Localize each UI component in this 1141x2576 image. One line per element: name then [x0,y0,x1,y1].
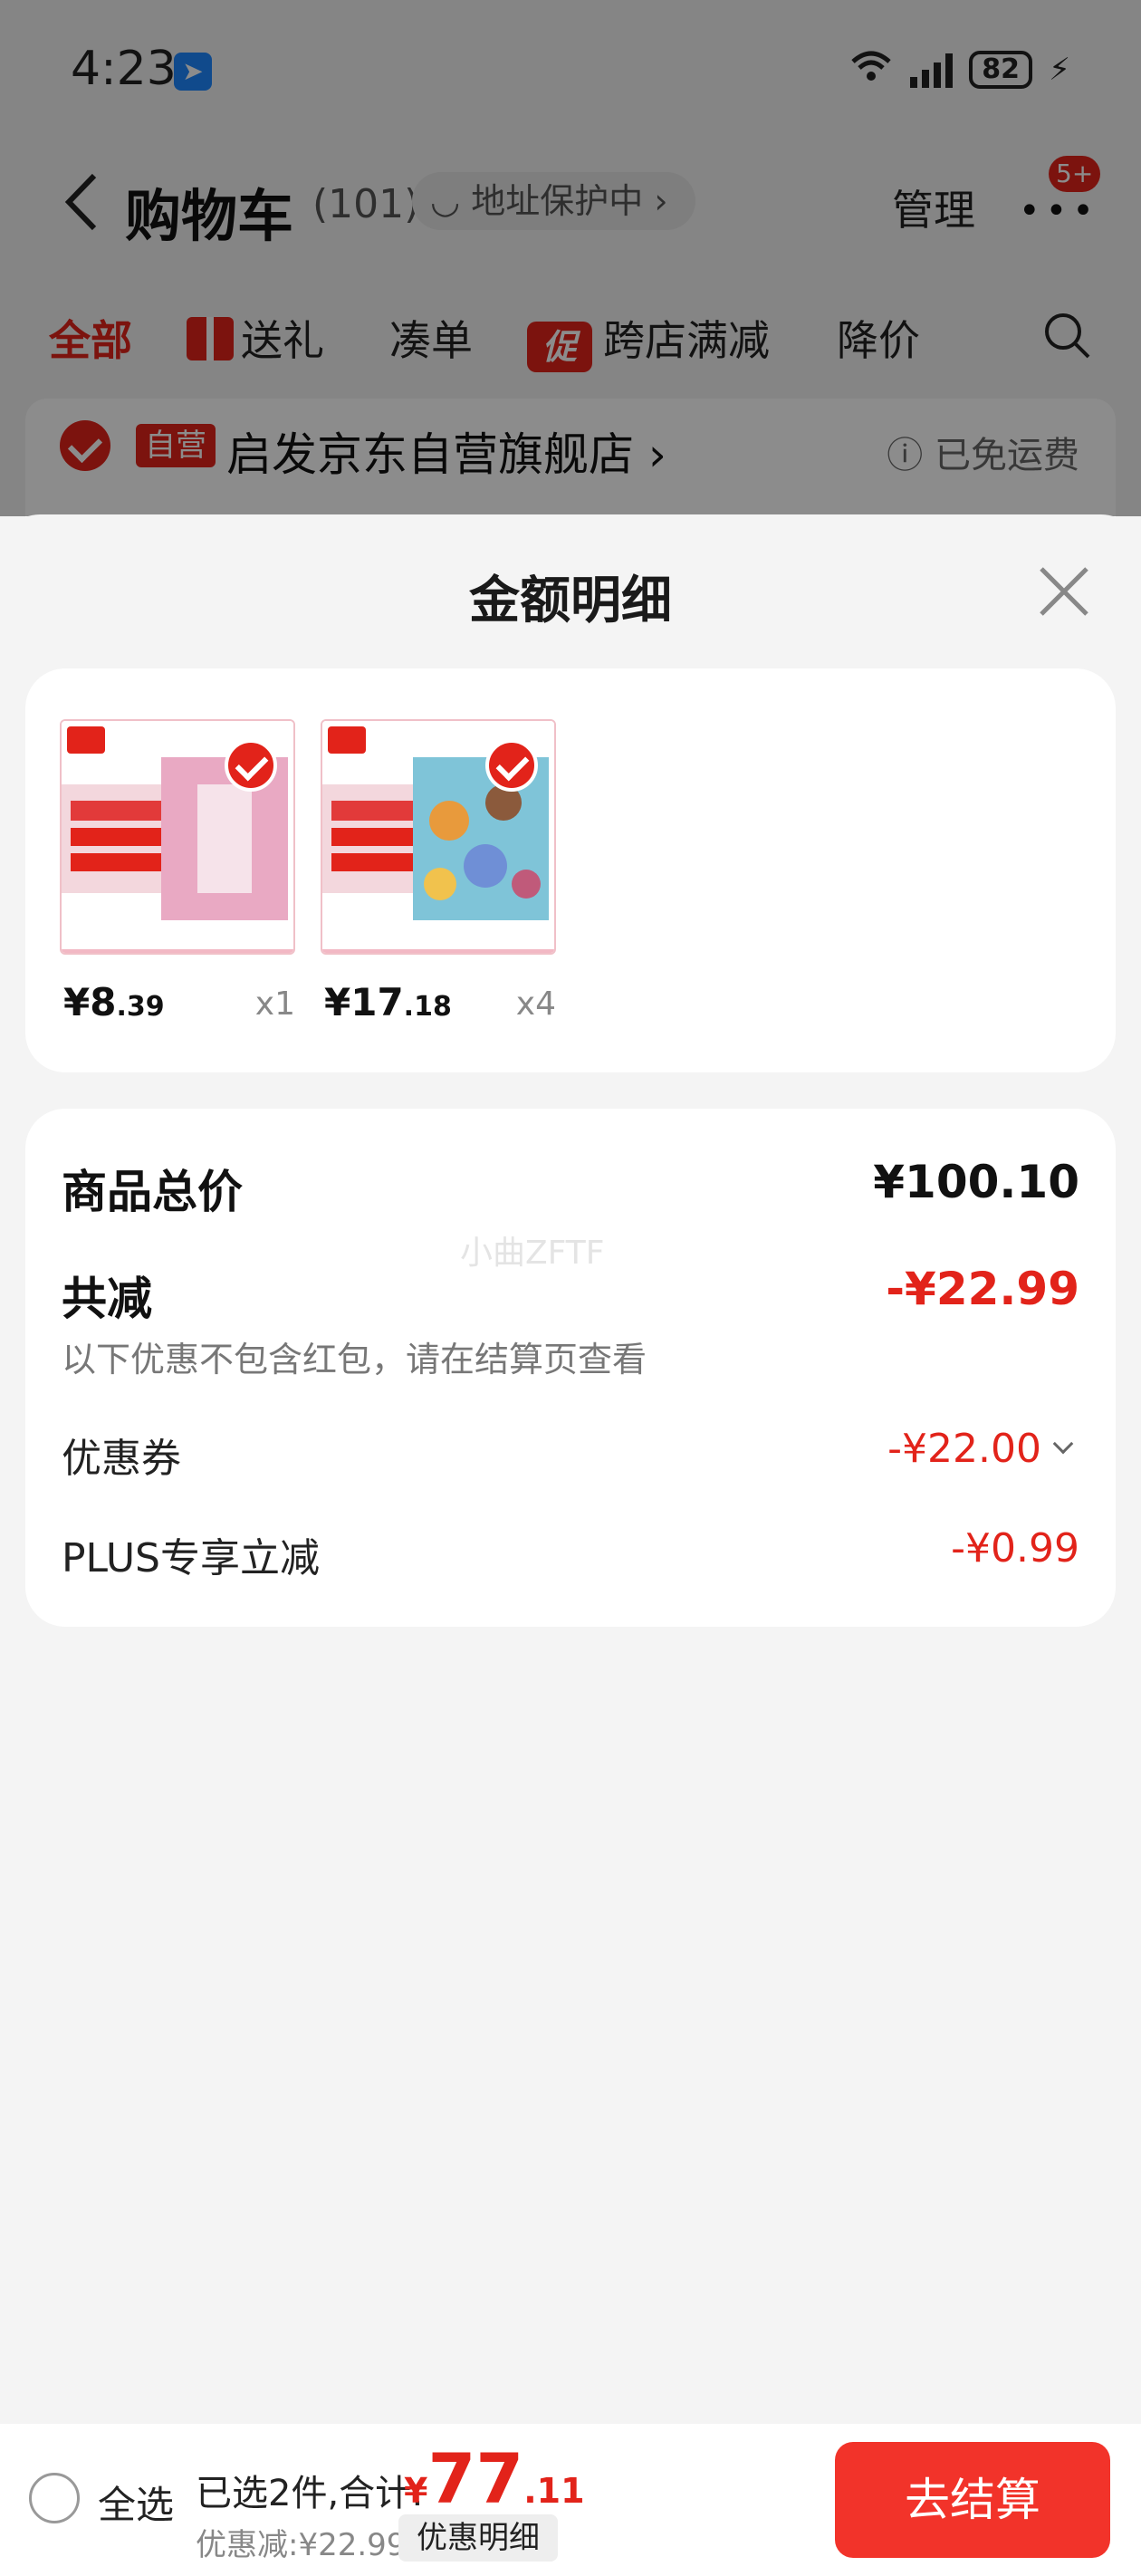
price-int: ¥17 [324,980,404,1024]
product-qty: x4 [515,985,556,1023]
products-card: ¥8.39 x1 ¥17.18 x4 [25,668,1116,1072]
dim-overlay[interactable] [0,0,1141,516]
product-price: ¥8.39 [63,980,165,1024]
plus-discount-row: PLUS专享立减 -¥0.99 [62,1525,1079,1589]
discount-detail-button[interactable]: 优惠明细 [398,2514,558,2562]
product-price: ¥17.18 [324,980,452,1024]
coupon-value: -¥22.00 [887,1426,1041,1472]
summary-card: 小曲ZFTF 商品总价 ¥100.10 共减 -¥22.99 以下优惠不包含红包… [25,1109,1116,1627]
goods-total-value: ¥100.10 [873,1156,1079,1208]
price-int: ¥8 [63,980,117,1024]
total-dec: .11 [523,2471,585,2511]
product-item[interactable]: ¥17.18 x4 [321,719,556,1038]
selected-count-text: 已选2件,合计: [196,2473,424,2514]
discount-summary: 优惠减:¥22.99 [196,2527,407,2563]
sheet-title: 金额明细 [469,572,672,630]
product-qty: x1 [254,985,295,1023]
product-image [60,719,295,955]
product-price-row: ¥17.18 x4 [321,975,556,1038]
total-currency: ¥ [404,2471,428,2511]
discount-note: 以下优惠不包含红包，请在结算页查看 [62,1340,647,1379]
coupon-value-wrap: -¥22.00 [887,1426,1074,1472]
check-icon[interactable] [485,739,538,792]
goods-total-row: 商品总价 ¥100.10 [62,1156,1079,1219]
coupon-label: 优惠券 [62,1436,181,1482]
coupon-row[interactable]: 优惠券 -¥22.00 [62,1426,1079,1489]
checkout-bar: 全选 已选2件,合计: ¥77.11 优惠减:¥22.99 优惠明细 去结算 [0,2424,1141,2576]
product-image [321,719,556,955]
checkout-button[interactable]: 去结算 [835,2442,1110,2558]
close-icon[interactable] [1038,565,1090,618]
plus-label: PLUS专享立减 [62,1535,320,1581]
plus-value: -¥0.99 [951,1525,1079,1572]
price-dec: .18 [403,991,452,1023]
product-item[interactable]: ¥8.39 x1 [60,719,295,1038]
discount-total-value: -¥22.99 [886,1263,1079,1315]
product-price-row: ¥8.39 x1 [60,975,295,1038]
chevron-down-icon [1052,1433,1074,1455]
check-icon[interactable] [225,739,277,792]
select-all-label[interactable]: 全选 [98,2475,174,2530]
amount-detail-sheet: 金额明细 ¥8.39 x1 ¥17.18 x4 小曲ZFTF 商品总价 ¥100… [0,514,1141,2417]
discount-total-row: 共减 -¥22.99 [62,1263,1079,1326]
total-int: 77 [427,2438,524,2519]
total-price: ¥77.11 [404,2438,585,2519]
discount-total-label: 共减 [62,1273,152,1325]
radio-icon[interactable] [29,2473,80,2523]
price-dec: .39 [116,991,165,1023]
goods-total-label: 商品总价 [62,1166,243,1218]
discount-note-row: 以下优惠不包含红包，请在结算页查看 [62,1331,1079,1381]
